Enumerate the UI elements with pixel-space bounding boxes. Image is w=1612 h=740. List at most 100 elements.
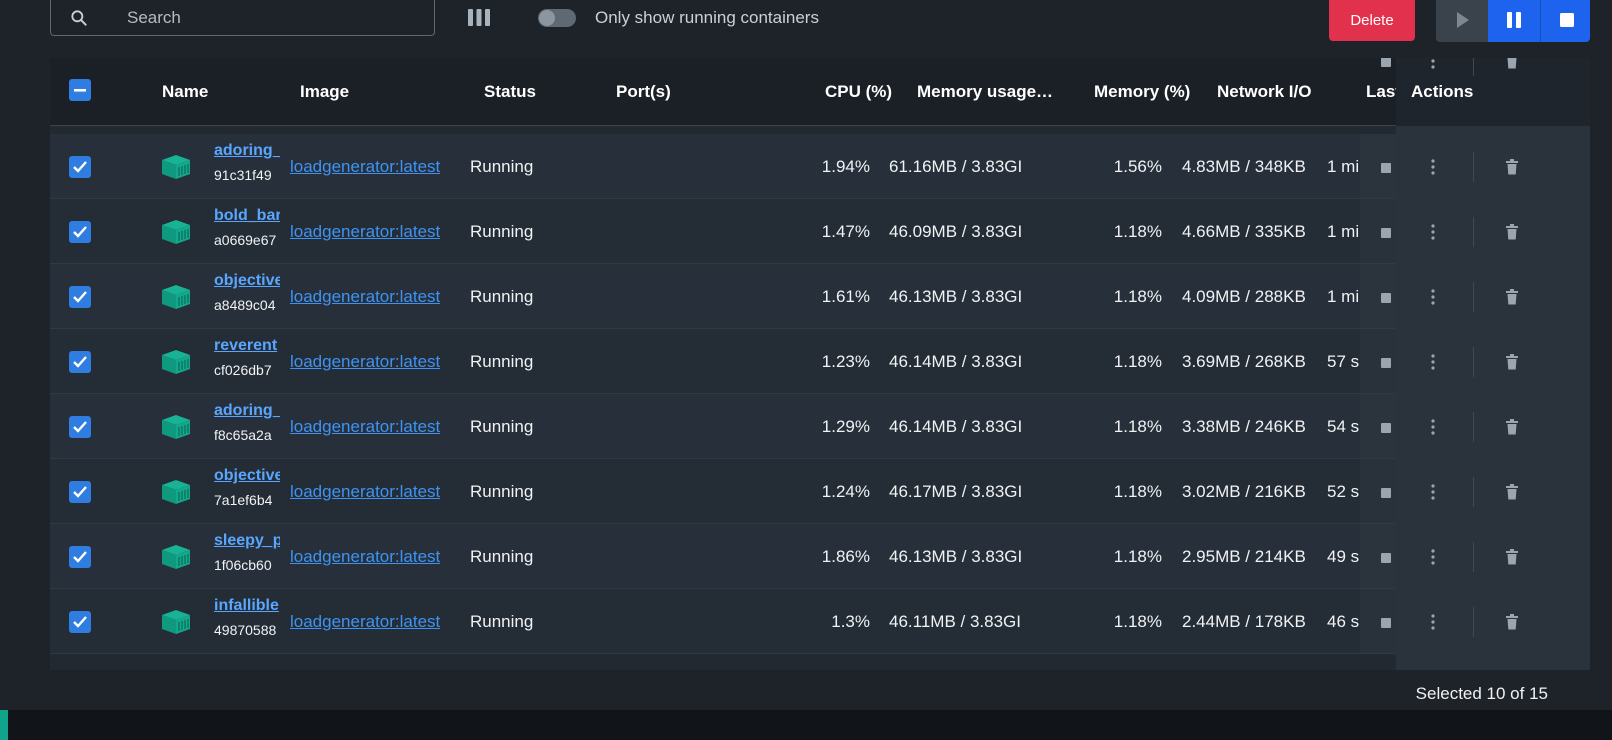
container-name-link[interactable]: bold_bar [214,207,280,225]
pause-button[interactable] [1488,0,1540,42]
toolbar: Only show running containers Delete [0,0,1612,56]
row-more-button[interactable] [1431,58,1435,74]
header-ports[interactable]: Port(s) [616,82,671,102]
trash-icon [1506,159,1518,175]
select-all-checkbox[interactable] [69,79,91,101]
image-link[interactable]: loadgenerator:latest [290,482,440,502]
row-delete-button[interactable] [1505,58,1519,74]
image-link[interactable]: loadgenerator:latest [290,222,440,242]
stop-icon [1381,553,1391,563]
row-delete-button[interactable] [1505,549,1519,570]
row-more-button[interactable] [1431,224,1435,245]
row-delete-button[interactable] [1505,419,1519,440]
image-link[interactable]: loadgenerator:latest [290,612,440,632]
row-more-button[interactable] [1431,354,1435,375]
table-row[interactable]: sleepy_p 1f06cb60 loadgenerator:latest Runn… [50,524,1590,589]
memory-pct-value: 1.18% [1113,612,1162,631]
row-stop-button[interactable] [1380,551,1392,569]
search-box[interactable] [50,0,435,36]
row-checkbox[interactable] [69,611,91,633]
table-row[interactable]: infallible 49870588 loadgenerator:latest Ru… [50,589,1590,654]
row-checkbox[interactable] [69,351,91,373]
header-memory-pct[interactable]: Memory (%) [1094,82,1190,102]
checkbox-icon [73,226,87,238]
last-started-value: 1 mi [1327,287,1360,306]
row-stop-button[interactable] [1380,356,1392,374]
delete-button[interactable]: Delete [1329,0,1415,41]
container-icon [160,349,192,375]
header-image[interactable]: Image [300,82,349,102]
header-cpu[interactable]: CPU (%) [825,82,892,102]
row-checkbox[interactable] [69,416,91,438]
selection-count: Selected 10 of 15 [1415,684,1548,703]
container-name-link[interactable]: infallible [214,597,280,615]
stop-button[interactable] [1540,0,1590,42]
row-checkbox[interactable] [69,156,91,178]
row-delete-button[interactable] [1505,484,1519,505]
row-more-button[interactable] [1431,484,1435,505]
header-memory-usage[interactable]: Memory usage… [917,82,1053,102]
last-started-value: 1 mi [1327,157,1360,176]
row-stop-button[interactable] [1380,421,1392,439]
row-stop-button[interactable] [1380,616,1392,634]
row-more-button[interactable] [1431,419,1435,440]
table-row[interactable]: objective a8489c04 loadgenerator:latest Run… [50,264,1590,329]
row-delete-button[interactable] [1505,289,1519,310]
network-io-value: 4.83MB / 348KB [1182,157,1306,176]
row-checkbox[interactable] [69,221,91,243]
container-id: 1f06cb60 [214,557,272,573]
row-checkbox[interactable] [69,481,91,503]
row-more-button[interactable] [1431,614,1435,635]
checkbox-icon [73,291,87,303]
cpu-value: 1.61% [821,287,870,306]
table-row[interactable]: bold_bar a0669e67 loadgenerator:latest Runn… [50,199,1590,264]
cpu-value: 1.86% [821,547,870,566]
running-only-toggle[interactable] [538,9,576,27]
row-delete-button[interactable] [1505,159,1519,180]
row-more-button[interactable] [1431,549,1435,570]
start-button[interactable] [1436,0,1488,42]
row-more-button[interactable] [1431,159,1435,180]
last-started-value: 1 mi [1327,222,1360,241]
container-name-link[interactable]: adoring_ [214,402,280,420]
table-header: Name Image Status Port(s) CPU (%) Memory… [50,58,1590,126]
image-link[interactable]: loadgenerator:latest [290,417,440,437]
row-delete-button[interactable] [1505,614,1519,635]
search-input[interactable] [127,6,417,30]
memory-usage-value: 46.13MB / 3.83GI [889,287,1023,306]
header-status[interactable]: Status [484,82,536,102]
table-row[interactable]: objective 7a1ef6b4 loadgenerator:latest Run… [50,459,1590,524]
image-link[interactable]: loadgenerator:latest [290,547,440,567]
header-actions: Actions [1411,82,1474,101]
actions-divider [1473,347,1474,377]
table-row[interactable]: adoring_ 91c31f49 loadgenerator:latest Runn… [50,134,1590,199]
status-text: Running [470,352,534,371]
row-delete-button[interactable] [1505,224,1519,245]
header-name[interactable]: Name [162,82,208,102]
header-network-io[interactable]: Network I/O [1217,82,1311,102]
container-name-link[interactable]: objective [214,272,280,290]
container-name-link[interactable]: sleepy_p [214,532,280,550]
container-name-link[interactable]: reverent [214,337,280,355]
row-delete-button[interactable] [1505,354,1519,375]
image-link[interactable]: loadgenerator:latest [290,287,440,307]
containers-table: Name Image Status Port(s) CPU (%) Memory… [50,58,1590,670]
row-stop-button[interactable] [1380,291,1392,309]
row-stop-button[interactable] [1380,226,1392,244]
status-text: Running [470,222,534,241]
columns-icon[interactable] [466,6,492,30]
row-stop-button[interactable] [1380,486,1392,504]
row-more-button[interactable] [1431,289,1435,310]
table-row[interactable]: reverent cf026db7 loadgenerator:latest Runn… [50,329,1590,394]
actions-divider [1473,217,1474,247]
image-link[interactable]: loadgenerator:latest [290,352,440,372]
row-stop-button[interactable] [1380,58,1392,73]
container-name-link[interactable]: objective [214,467,280,485]
header-last-started[interactable]: Last [1366,82,1396,102]
row-checkbox[interactable] [69,546,91,568]
container-name-link[interactable]: adoring_ [214,142,280,160]
table-row[interactable]: adoring_ f8c65a2a loadgenerator:latest Runn… [50,394,1590,459]
image-link[interactable]: loadgenerator:latest [290,157,440,177]
row-stop-button[interactable] [1380,161,1392,179]
row-checkbox[interactable] [69,286,91,308]
